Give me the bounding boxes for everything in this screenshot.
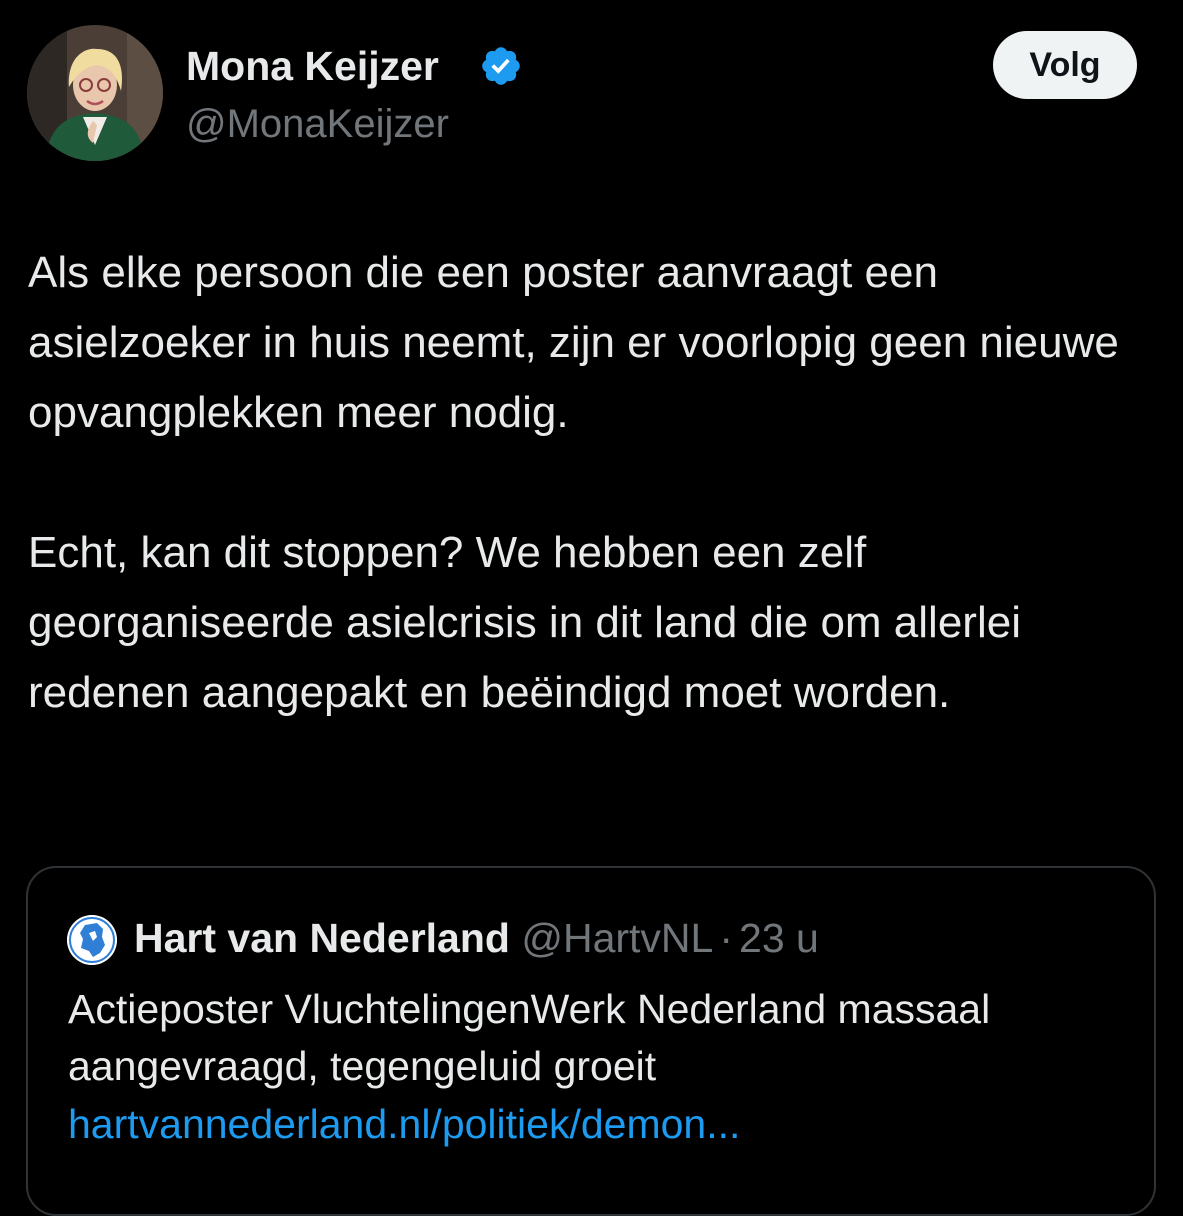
quoted-tweet-time[interactable]: 23 u <box>739 915 819 961</box>
profile-photo <box>27 25 163 161</box>
quoted-author-handle[interactable]: @HartvNL <box>521 915 713 961</box>
tweet-text: Als elke persoon die een poster aanvraag… <box>28 238 1158 728</box>
verified-badge-icon[interactable] <box>479 44 523 88</box>
quoted-tweet-text: Actieposter VluchtelingenWerk Nederland … <box>68 986 991 1089</box>
tweet-paragraph: Als elke persoon die een poster aanvraag… <box>28 248 1119 437</box>
quoted-tweet-link[interactable]: hartvannederland.nl/politiek/demon... <box>68 1096 740 1153</box>
tweet-paragraph: Echt, kan dit stoppen? We hebben een zel… <box>28 528 1021 717</box>
author-handle[interactable]: @MonaKeijzer <box>186 96 449 152</box>
author-display-name[interactable]: Mona Keijzer <box>186 38 439 94</box>
quoted-tweet-card[interactable]: Hart van Nederland @HartvNL · 23 u Actiepo… <box>26 866 1156 1216</box>
quoted-author-name[interactable]: Hart van Nederland <box>134 915 510 961</box>
follow-button[interactable]: Volg <box>993 31 1137 99</box>
author-avatar[interactable] <box>27 25 163 161</box>
quoted-header-separator: · <box>719 915 734 961</box>
quoted-author-avatar[interactable] <box>67 915 117 965</box>
quoted-tweet-header: Hart van Nederland @HartvNL · 23 u <box>134 910 819 966</box>
netherlands-map-logo-icon <box>67 915 117 965</box>
